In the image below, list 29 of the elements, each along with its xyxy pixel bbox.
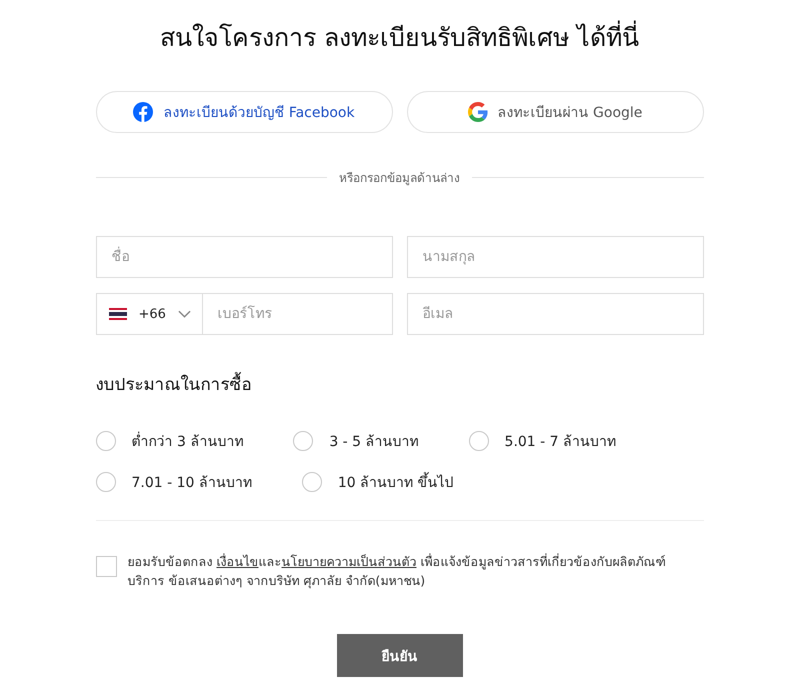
radio-button[interactable] <box>96 472 116 492</box>
section-heading: งบประมาณในการซื้อ <box>96 373 704 397</box>
radio-button[interactable] <box>293 431 314 451</box>
option-label[interactable]: 7.01 - 10 ล้านบาท <box>132 471 252 493</box>
text-input[interactable]: นามสกุล <box>406 236 704 278</box>
checkbox[interactable] <box>96 556 116 577</box>
facebook-logo-icon <box>133 102 154 122</box>
consent-text: ยอมรับข้อตกลง เงื่อนไขและนโยบายความเป็นส่วนตัว เพื่อแจ้งข้อมูลข่าวสารที่เกี่ยวข้องกับผลิตภัณฑ์ บริการ ข้อเสนอต่างๆ จากบริษัท ศุภาลัย จำกัด(มหาชน) <box>128 552 666 590</box>
facebook-signup-button[interactable]: ลงทะเบียนด้วยบัญชี Facebook <box>96 91 392 133</box>
page-title: สนใจโครงการ ลงทะเบียนรับสิทธิพิเศษ ได้ที่นี่ <box>96 16 704 60</box>
country-code-select[interactable]: +66 <box>96 293 202 335</box>
divider-label: หรือกรอกข้อมูลด้านล่าง <box>339 170 460 186</box>
chevron-down-icon <box>178 310 191 318</box>
radio-button[interactable] <box>96 431 116 451</box>
option-label[interactable]: 5.01 - 7 ล้านบาท <box>504 430 616 452</box>
flag-icon <box>108 308 126 320</box>
text-input[interactable]: ชื่อ <box>96 236 392 278</box>
phone-input[interactable]: เบอร์โทร <box>202 293 392 335</box>
policy-link[interactable]: เงื่อนไข <box>216 554 258 569</box>
radio-button[interactable] <box>302 472 322 492</box>
option-label[interactable]: ต่ำกว่า 3 ล้านบาท <box>132 430 244 452</box>
google-logo-icon <box>468 102 488 122</box>
option-label[interactable]: 10 ล้านบาท ขึ้นไป <box>338 471 454 493</box>
text-input[interactable]: อีเมล <box>406 293 704 335</box>
radio-button[interactable] <box>468 431 489 451</box>
option-label[interactable]: 3 - 5 ล้านบาท <box>329 430 419 452</box>
submit-button[interactable]: ยืนยัน <box>336 634 462 677</box>
policy-link[interactable]: นโยบายความเป็นส่วนตัว <box>281 554 416 569</box>
google-signup-button[interactable]: ลงทะเบียนผ่าน Google <box>406 91 704 133</box>
